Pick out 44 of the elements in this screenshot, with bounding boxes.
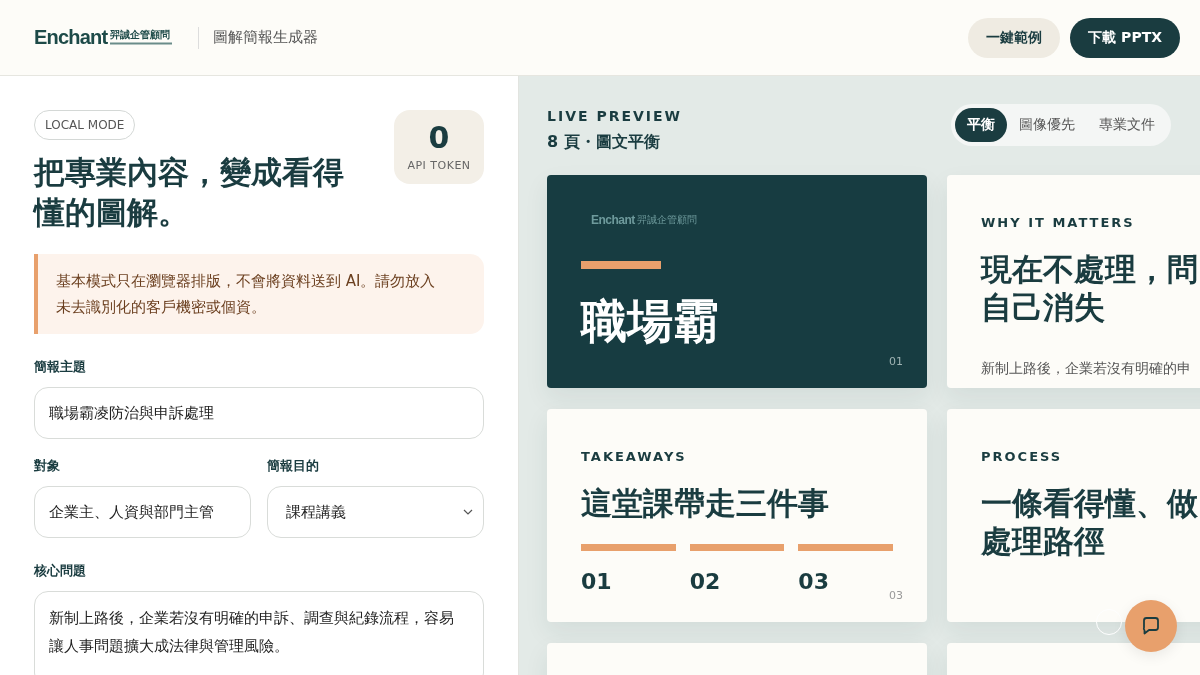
logo-tagline-drawing <box>110 42 173 45</box>
slide-logo-chinese: 羿誠企管顧問 <box>636 213 697 227</box>
slide-eyebrow: PROCESS <box>981 449 1064 464</box>
chevron-icon <box>463 509 473 515</box>
slide-logo-wordmark: Enchant <box>591 213 635 227</box>
slide-thumbnail[interactable]: WHY IT MATTERS 現在不處理，問 自己消失 新制上路後，企業若沒有明確的申 <box>947 175 1200 388</box>
field-label: 簡報主題 <box>34 358 87 376</box>
token-count: 0 <box>428 122 450 153</box>
audience-input[interactable]: 企業主、人資與部門主管 <box>34 486 251 538</box>
field-label: 核心問題 <box>34 562 87 580</box>
headline: 把專業內容，變成看得懂的圖解。 <box>34 153 345 232</box>
slide-eyebrow: WHY IT MATTERS <box>981 215 1136 230</box>
slide-title: 現在不處理，問 自己消失 <box>981 250 1199 326</box>
slide-eyebrow: TAKEAWAYS <box>581 449 688 464</box>
layout-mode-tab[interactable]: 專業文件 <box>1087 108 1167 142</box>
example-button[interactable]: 一鍵範例 <box>968 17 1061 58</box>
slide-thumbnail[interactable]: PROCESS 一條看得懂、做 處理路徑 <box>947 409 1200 622</box>
layout-mode-tab[interactable]: 平衡 <box>955 108 1007 142</box>
app-title: 圖解簡報生成器 <box>213 28 319 47</box>
preview-eyebrow: LIVE PREVIEW <box>547 108 683 124</box>
takeaway-number: 01 <box>581 569 613 594</box>
slide-thumbnail[interactable]: TAKEAWAYS 這堂課帶走三件事 01 02 03 03 <box>547 409 927 622</box>
preview-summary: 8 頁・圖文平衡 <box>547 132 661 153</box>
privacy-notice: 基本模式只在瀏覽器排版，不會將資料送到 AI。請勿放入未去識別化的客戶機密或個資。 <box>34 254 484 334</box>
purpose-select[interactable]: 課程講義 <box>267 486 484 538</box>
slide-body-text: 新制上路後，企業若沒有明確的申 <box>981 360 1192 378</box>
logo-wordmark: Enchant <box>34 26 108 49</box>
field-label: 對象 <box>34 457 61 475</box>
page-number: 01 <box>889 355 903 368</box>
token-label: API TOKEN <box>407 158 471 172</box>
download-button[interactable]: 下載 PPTX <box>1070 17 1180 58</box>
takeaway-number: 03 <box>798 569 830 594</box>
slide-title: 這堂課帶走三件事 <box>581 484 830 522</box>
slide-title: 一條看得懂、做 處理路徑 <box>981 484 1199 560</box>
layout-mode-tab[interactable]: 圖像優先 <box>1007 108 1087 142</box>
topic-input[interactable]: 職場霸凌防治與申訴處理 <box>34 387 484 439</box>
logo-chinese-name: 羿誠企管顧問 <box>110 30 172 40</box>
chat-bubble-icon <box>1140 615 1162 637</box>
core-issue-textarea[interactable]: 新制上路後，企業若沒有明確的申訴、調查與紀錄流程，容易讓人事問題擴大成法律與管理風險。 <box>34 591 484 675</box>
page-number: 03 <box>889 589 903 602</box>
takeaway-number: 02 <box>689 569 722 594</box>
slide-thumbnail[interactable]: Enchant 羿誠企管顧問 職場霸 01 <box>547 175 927 388</box>
slide-title: 職場霸 <box>581 293 720 349</box>
field-label: 簡報目的 <box>267 457 320 475</box>
